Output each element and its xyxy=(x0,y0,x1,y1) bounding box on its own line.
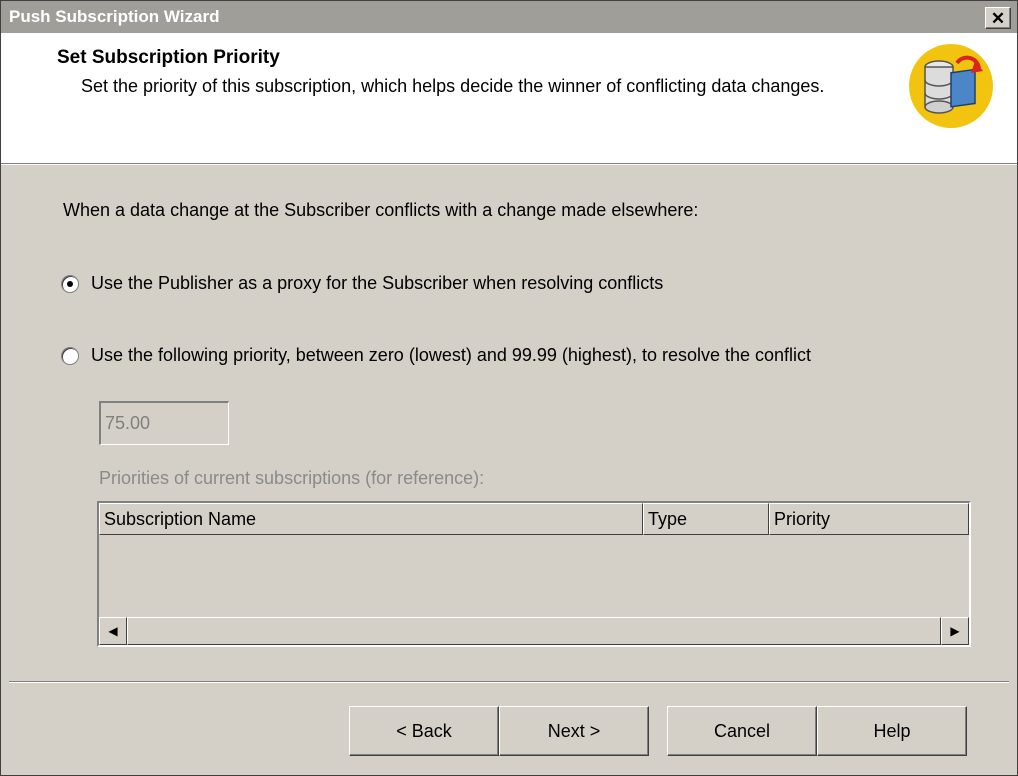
radio-label: Use the following priority, between zero… xyxy=(91,345,812,365)
page-title: Set Subscription Priority xyxy=(57,47,280,68)
database-sync-icon xyxy=(909,44,993,128)
conflict-prompt: When a data change at the Subscriber con… xyxy=(63,200,699,220)
back-button[interactable]: < Back xyxy=(349,706,499,756)
arrow-right-icon: ▶ xyxy=(950,624,960,638)
radio-button[interactable] xyxy=(61,346,79,365)
scroll-right-button[interactable]: ▶ xyxy=(941,617,969,645)
close-icon: ✕ xyxy=(990,8,1006,28)
radio-custom-priority[interactable]: Use the following priority, between zero… xyxy=(61,345,811,366)
close-button[interactable]: ✕ xyxy=(985,7,1011,29)
column-priority[interactable]: Priority xyxy=(769,503,969,535)
scroll-left-button[interactable]: ◀ xyxy=(99,617,127,645)
column-type[interactable]: Type xyxy=(643,503,769,535)
radio-label: Use the Publisher as a proxy for the Sub… xyxy=(91,273,664,293)
window-title: Push Subscription Wizard xyxy=(9,7,220,26)
reference-label: Priorities of current subscriptions (for… xyxy=(99,468,485,488)
page-subtitle: Set the priority of this subscription, w… xyxy=(81,76,825,96)
wizard-window: Push Subscription Wizard ✕ Set Subscript… xyxy=(0,0,1018,776)
footer-divider-highlight xyxy=(9,682,1009,683)
next-button[interactable]: Next > xyxy=(499,706,649,756)
radio-button-selected[interactable] xyxy=(61,274,79,293)
help-button[interactable]: Help xyxy=(817,706,967,756)
priority-input[interactable] xyxy=(99,401,229,445)
title-bar[interactable]: Push Subscription Wizard ✕ xyxy=(1,1,1017,33)
table-header: Subscription Name Type Priority xyxy=(99,503,969,535)
header-divider xyxy=(1,164,1017,165)
arrow-left-icon: ◀ xyxy=(108,624,118,638)
radio-publisher-proxy[interactable]: Use the Publisher as a proxy for the Sub… xyxy=(61,273,663,294)
cancel-button[interactable]: Cancel xyxy=(667,706,817,756)
column-subscription-name[interactable]: Subscription Name xyxy=(99,503,643,535)
horizontal-scrollbar[interactable]: ◀ ▶ xyxy=(99,617,969,645)
scroll-thumb[interactable] xyxy=(127,617,941,645)
subscriptions-table[interactable]: Subscription Name Type Priority ◀ ▶ xyxy=(97,501,971,647)
